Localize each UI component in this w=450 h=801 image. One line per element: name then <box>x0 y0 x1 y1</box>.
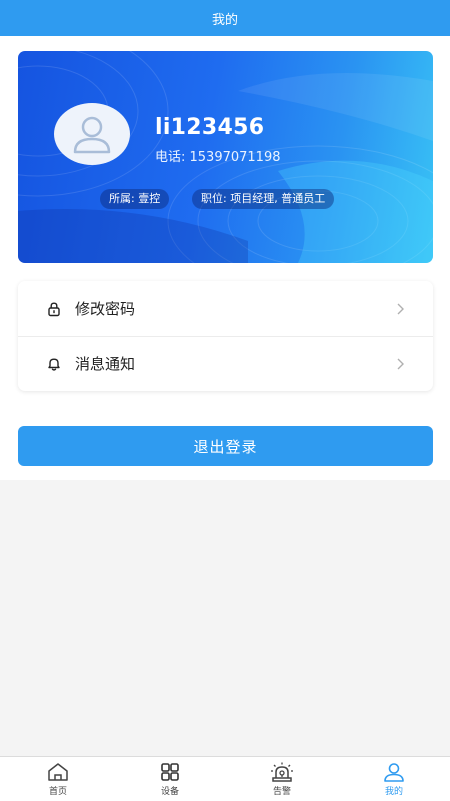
bell-icon <box>48 358 60 371</box>
home-icon <box>48 763 68 781</box>
tab-label: 告警 <box>272 787 291 797</box>
alarm-icon <box>271 762 293 782</box>
chevron-right-icon <box>397 303 404 314</box>
tab-label: 设备 <box>160 787 179 797</box>
username: li123456 <box>155 115 265 140</box>
profile-card: li123456 电话: 15397071198 所属: 壹控 职位: 项目经理… <box>18 51 433 263</box>
menu-item-notifications[interactable]: 消息通知 <box>18 336 433 391</box>
user-icon <box>384 763 404 782</box>
bottom-tab-bar: 首页 设备 告警 我的 <box>0 756 450 801</box>
tab-alarm[interactable]: 告警 <box>226 757 338 801</box>
menu-item-label: 消息通知 <box>75 355 136 373</box>
tab-mine[interactable]: 我的 <box>338 757 450 801</box>
top-bar: 我的 <box>0 0 450 36</box>
menu-item-change-password[interactable]: 修改密码 <box>18 281 433 337</box>
settings-menu: 修改密码 消息通知 <box>18 281 433 391</box>
user-avatar-icon <box>73 116 111 154</box>
tab-label: 我的 <box>384 787 403 797</box>
position-badge: 职位: 项目经理, 普通员工 <box>192 189 335 209</box>
tab-device[interactable]: 设备 <box>114 757 226 801</box>
tab-label: 首页 <box>48 787 67 797</box>
lock-icon <box>48 301 60 316</box>
phone-number: 电话: 15397071198 <box>155 150 281 165</box>
avatar[interactable] <box>54 103 130 165</box>
page-title: 我的 <box>211 12 238 28</box>
chevron-right-icon <box>397 358 404 369</box>
logout-button[interactable]: 退出登录 <box>18 426 433 466</box>
menu-item-label: 修改密码 <box>75 300 136 318</box>
grid-icon <box>161 763 179 781</box>
tab-home[interactable]: 首页 <box>2 757 114 801</box>
org-badge: 所属: 壹控 <box>100 189 170 209</box>
